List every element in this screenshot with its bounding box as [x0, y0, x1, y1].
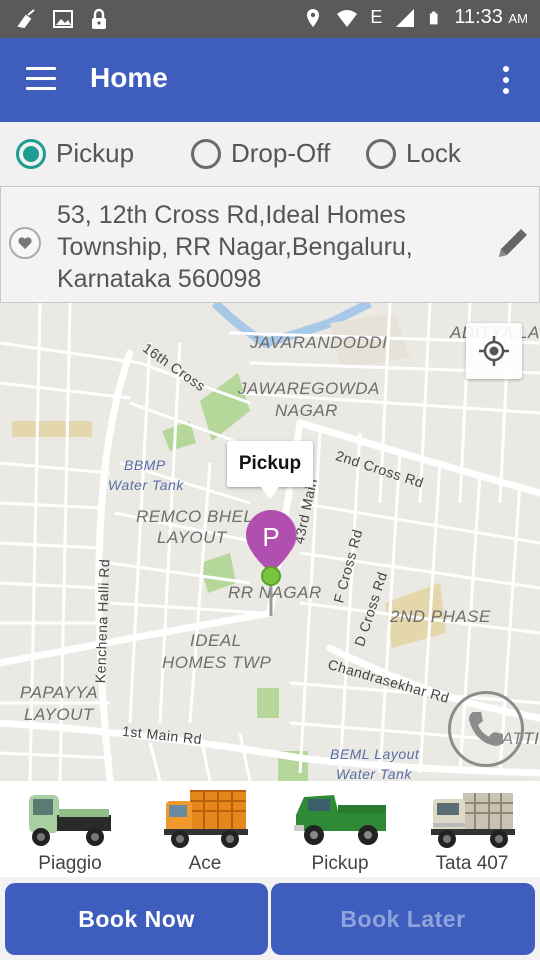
map-label: JAVARANDODDI: [250, 333, 388, 352]
map-label: Water Tank: [108, 477, 184, 493]
lock-notification-icon: [92, 8, 106, 29]
page-title: Home: [90, 62, 168, 93]
crosshair-icon: [479, 336, 509, 366]
vehicle-tata-407[interactable]: Tata 407: [417, 785, 527, 877]
call-button[interactable]: [448, 691, 524, 767]
app-bar: Home: [0, 38, 540, 122]
radio-lock[interactable]: Lock: [366, 138, 461, 169]
radio-label: Lock: [406, 138, 461, 168]
vehicle-selector: Piaggio Ace Pickup Tata 407: [0, 781, 540, 877]
map-label: Water Tank: [336, 766, 412, 781]
vehicle-label: Pickup: [311, 853, 369, 874]
pin-letter: P: [262, 522, 279, 552]
trip-mode-selector: Pickup Drop-Off Lock: [0, 122, 540, 186]
phone-icon: [469, 712, 503, 746]
my-location-button[interactable]: [466, 323, 522, 379]
menu-icon[interactable]: [26, 67, 56, 91]
broom-notification-icon: [17, 9, 35, 29]
vehicle-label: Tata 407: [435, 853, 509, 874]
vehicle-ace[interactable]: Ace: [150, 785, 260, 877]
location-icon: [307, 8, 320, 27]
ace-truck-icon: [164, 790, 248, 848]
booking-actions: Book Now Book Later: [0, 877, 540, 960]
vehicle-label: Piaggio: [38, 853, 102, 874]
book-later-button[interactable]: Book Later: [271, 883, 535, 955]
map-label: JAWAREGOWDA: [238, 379, 380, 398]
pin-info-window: Pickup: [227, 441, 313, 499]
map-label: LAYOUT: [157, 528, 227, 547]
pickup-truck-icon: [294, 795, 386, 845]
network-type: E: [370, 7, 383, 27]
radio-button: [16, 138, 46, 169]
signal-icon: [396, 8, 415, 27]
image-notification-icon: [53, 10, 73, 28]
piaggio-truck-icon: [29, 795, 111, 846]
radio-label: Pickup: [56, 138, 135, 168]
vehicle-pickup[interactable]: Pickup: [285, 785, 395, 877]
edit-pencil-icon[interactable]: [495, 225, 531, 261]
book-now-button[interactable]: Book Now: [5, 883, 268, 955]
map-label: HOMES TWP: [162, 653, 272, 672]
status-bar: E 11:33 AM: [0, 0, 540, 38]
vehicle-label: Ace: [188, 853, 222, 874]
radio-pickup[interactable]: Pickup: [16, 138, 134, 169]
radio-button: [191, 138, 221, 169]
map-label: IDEAL: [190, 631, 242, 650]
tata-407-truck-icon: [431, 793, 515, 848]
address-text: 53, 12th Cross Rd,Ideal Homes Township, …: [57, 201, 413, 293]
favorite-heart-icon[interactable]: [9, 227, 41, 259]
map-label: BBMP: [124, 457, 166, 473]
radio-drop-off[interactable]: Drop-Off: [191, 138, 330, 169]
map-label: 2ND PHASE: [390, 607, 491, 626]
address-card[interactable]: 53, 12th Cross Rd,Ideal Homes Township, …: [0, 186, 540, 303]
wifi-icon: [337, 9, 358, 27]
map-label: LAYOUT: [24, 705, 94, 724]
map-label: NAGAR: [275, 401, 338, 420]
radio-button: [366, 138, 396, 169]
overflow-menu-icon[interactable]: [502, 66, 510, 94]
pickup-pin-icon[interactable]: P: [244, 508, 298, 618]
radio-label: Drop-Off: [231, 138, 331, 168]
clock: 11:33 AM: [454, 6, 528, 28]
map-view[interactable]: JAVARANDODDI ADITYA LAY 16th Cross JAWAR…: [0, 303, 540, 781]
map-label: BEML Layout: [330, 746, 420, 762]
map-label: REMCO BHEL: [136, 507, 254, 526]
vehicle-piaggio[interactable]: Piaggio: [15, 785, 125, 877]
map-label: PAPAYYA: [20, 683, 99, 702]
battery-icon: [430, 11, 438, 24]
